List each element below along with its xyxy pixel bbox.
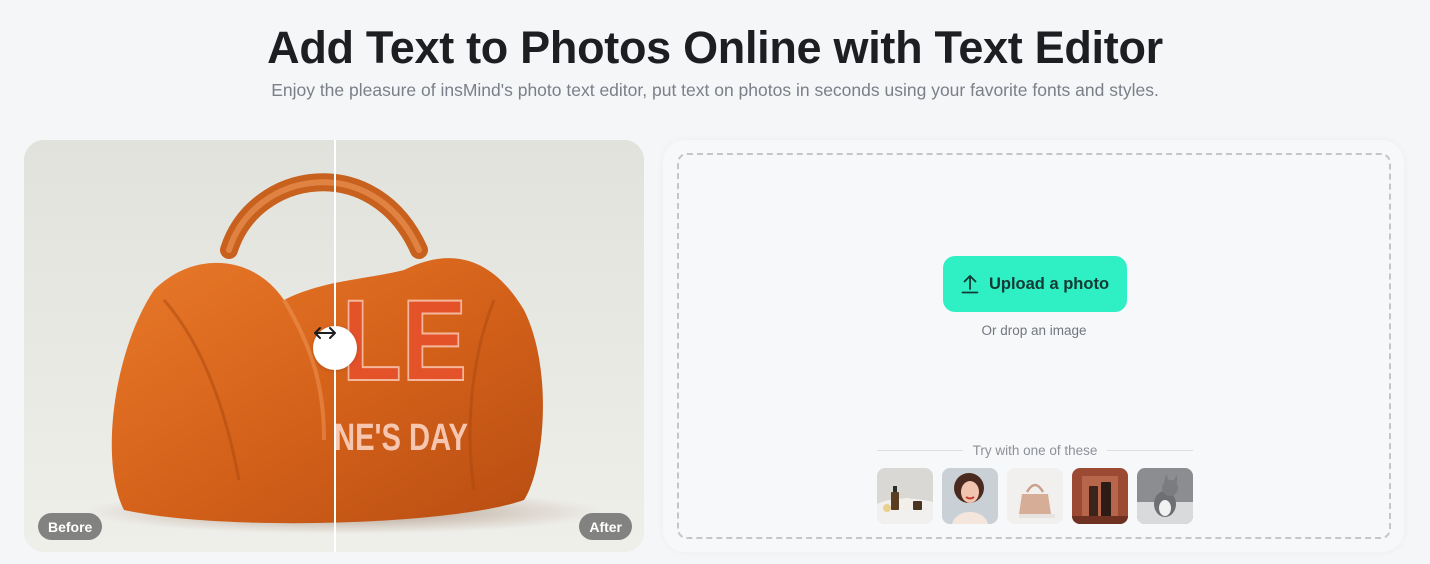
sale-overlay-text: LE NE'S DAY bbox=[334, 276, 468, 459]
try-label: Try with one of these bbox=[972, 442, 1098, 458]
page-subtitle: Enjoy the pleasure of insMind's photo te… bbox=[271, 80, 1159, 100]
divider-left bbox=[877, 449, 963, 451]
sample-images bbox=[877, 468, 1193, 524]
drop-hint: Or drop an image bbox=[981, 323, 1087, 338]
sample-images-header: Try with one of these bbox=[877, 442, 1193, 458]
sample-pink-handbag[interactable] bbox=[1007, 468, 1063, 524]
after-badge: After bbox=[579, 513, 632, 540]
before-after-comparison[interactable]: LE NE'S DAY Before After bbox=[24, 140, 644, 552]
overlay-text-line2: NE'S DAY bbox=[334, 417, 468, 459]
sample-skincare-products[interactable] bbox=[877, 468, 933, 524]
upload-panel: Upload a photo Or drop an image Try with… bbox=[663, 140, 1404, 552]
left-right-arrow-icon bbox=[314, 327, 336, 339]
upload-button-label: Upload a photo bbox=[988, 274, 1110, 293]
page-title: Add Text to Photos Online with Text Edit… bbox=[267, 22, 1163, 73]
image-dropzone[interactable]: Upload a photo Or drop an image Try with… bbox=[677, 153, 1391, 539]
divider-right bbox=[1107, 449, 1193, 451]
sample-smiling-woman[interactable] bbox=[942, 468, 998, 524]
comparison-slider-handle[interactable] bbox=[313, 326, 357, 370]
upload-photo-button[interactable]: Upload a photo bbox=[943, 256, 1127, 312]
upload-arrow-icon bbox=[961, 275, 979, 294]
bag-body bbox=[111, 258, 543, 524]
overlay-text-line1: LE bbox=[342, 277, 467, 405]
sample-cosmetic-bottles[interactable] bbox=[1072, 468, 1128, 524]
before-badge: Before bbox=[38, 513, 103, 540]
sample-kitten[interactable] bbox=[1137, 468, 1193, 524]
